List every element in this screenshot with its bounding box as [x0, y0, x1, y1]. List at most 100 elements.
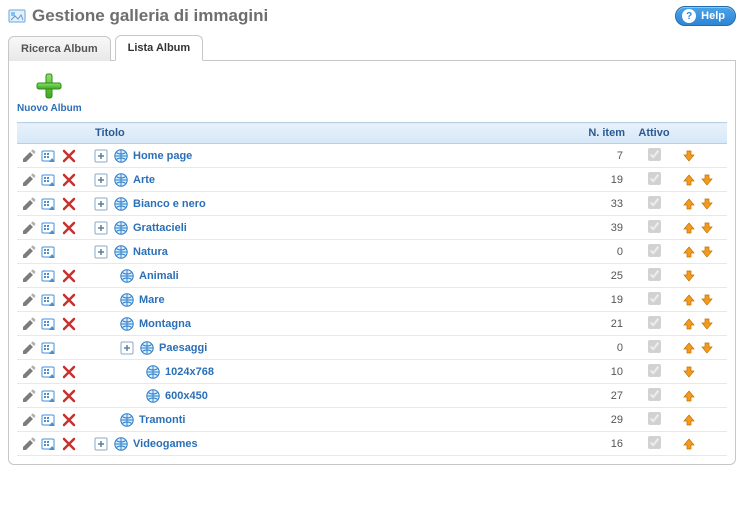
edit-icon[interactable]: [21, 412, 37, 428]
delete-icon[interactable]: [61, 412, 77, 428]
album-link[interactable]: 600x450: [165, 390, 208, 402]
active-checkbox: [648, 292, 661, 305]
properties-icon[interactable]: [41, 364, 57, 380]
edit-icon[interactable]: [21, 172, 37, 188]
n-item-value: 39: [571, 216, 631, 240]
n-item-value: 21: [571, 312, 631, 336]
move-up-icon[interactable]: [681, 172, 697, 188]
move-up-icon[interactable]: [681, 340, 697, 356]
move-up-icon[interactable]: [681, 220, 697, 236]
table-row: Montagna 21: [17, 312, 727, 336]
globe-icon: [119, 292, 135, 308]
move-down-icon[interactable]: [681, 148, 697, 164]
move-up-icon[interactable]: [681, 436, 697, 452]
properties-icon[interactable]: [41, 340, 57, 356]
properties-icon[interactable]: [41, 388, 57, 404]
table-row: 600x45027: [17, 384, 727, 408]
globe-icon: [113, 172, 129, 188]
expand-icon[interactable]: [93, 436, 109, 452]
delete-icon[interactable]: [61, 364, 77, 380]
active-checkbox: [648, 196, 661, 209]
edit-icon[interactable]: [21, 148, 37, 164]
delete-icon[interactable]: [61, 292, 77, 308]
delete-icon[interactable]: [61, 316, 77, 332]
picture-icon: [8, 7, 26, 25]
col-actions: [17, 123, 89, 144]
table-row: Bianco e nero33: [17, 192, 727, 216]
properties-icon[interactable]: [41, 172, 57, 188]
properties-icon[interactable]: [41, 148, 57, 164]
edit-icon[interactable]: [21, 244, 37, 260]
expand-icon[interactable]: [93, 220, 109, 236]
album-link[interactable]: Paesaggi: [159, 342, 207, 354]
expand-icon[interactable]: [93, 172, 109, 188]
move-down-icon[interactable]: [699, 340, 715, 356]
delete-icon[interactable]: [61, 196, 77, 212]
properties-icon[interactable]: [41, 244, 57, 260]
album-link[interactable]: Home page: [133, 150, 192, 162]
move-up-icon[interactable]: [681, 412, 697, 428]
edit-icon[interactable]: [21, 364, 37, 380]
delete-icon[interactable]: [61, 388, 77, 404]
expand-icon[interactable]: [93, 244, 109, 260]
move-up-icon[interactable]: [681, 316, 697, 332]
move-down-icon[interactable]: [699, 292, 715, 308]
table-row: Videogames16: [17, 432, 727, 456]
move-up-icon[interactable]: [681, 196, 697, 212]
move-up-icon[interactable]: [681, 292, 697, 308]
album-link[interactable]: Montagna: [139, 318, 191, 330]
edit-icon[interactable]: [21, 268, 37, 284]
active-checkbox: [648, 388, 661, 401]
properties-icon[interactable]: [41, 196, 57, 212]
move-down-icon[interactable]: [681, 268, 697, 284]
move-down-icon[interactable]: [699, 220, 715, 236]
edit-icon[interactable]: [21, 220, 37, 236]
properties-icon[interactable]: [41, 316, 57, 332]
album-link[interactable]: Arte: [133, 174, 155, 186]
delete-icon[interactable]: [61, 436, 77, 452]
delete-icon[interactable]: [61, 172, 77, 188]
properties-icon[interactable]: [41, 292, 57, 308]
move-down-icon[interactable]: [699, 316, 715, 332]
help-button[interactable]: ? Help: [675, 6, 736, 26]
n-item-value: 19: [571, 168, 631, 192]
album-link[interactable]: Tramonti: [139, 414, 185, 426]
new-album-button[interactable]: Nuovo Album: [17, 71, 82, 114]
move-down-icon[interactable]: [699, 244, 715, 260]
delete-icon[interactable]: [61, 148, 77, 164]
edit-icon[interactable]: [21, 436, 37, 452]
properties-icon[interactable]: [41, 412, 57, 428]
album-link[interactable]: Bianco e nero: [133, 198, 206, 210]
move-down-icon[interactable]: [699, 196, 715, 212]
move-up-icon[interactable]: [681, 244, 697, 260]
edit-icon[interactable]: [21, 196, 37, 212]
col-arrows: [677, 123, 727, 144]
n-item-value: 10: [571, 360, 631, 384]
tab-search-album[interactable]: Ricerca Album: [8, 36, 111, 61]
edit-icon[interactable]: [21, 292, 37, 308]
expand-icon[interactable]: [119, 340, 135, 356]
table-row: Mare19: [17, 288, 727, 312]
properties-icon[interactable]: [41, 220, 57, 236]
delete-icon[interactable]: [61, 268, 77, 284]
album-link[interactable]: Animali: [139, 270, 179, 282]
album-link[interactable]: 1024x768: [165, 366, 214, 378]
edit-icon[interactable]: [21, 316, 37, 332]
properties-icon[interactable]: [41, 436, 57, 452]
move-down-icon[interactable]: [699, 172, 715, 188]
expand-icon[interactable]: [93, 148, 109, 164]
expand-icon[interactable]: [93, 196, 109, 212]
album-link[interactable]: Mare: [139, 294, 165, 306]
edit-icon[interactable]: [21, 340, 37, 356]
table-row: Animali25: [17, 264, 727, 288]
album-link[interactable]: Videogames: [133, 438, 198, 450]
album-link[interactable]: Natura: [133, 246, 168, 258]
delete-icon[interactable]: [61, 220, 77, 236]
move-up-icon[interactable]: [681, 388, 697, 404]
globe-icon: [145, 364, 161, 380]
properties-icon[interactable]: [41, 268, 57, 284]
move-down-icon[interactable]: [681, 364, 697, 380]
tab-list-album[interactable]: Lista Album: [115, 35, 204, 61]
album-link[interactable]: Grattacieli: [133, 222, 187, 234]
edit-icon[interactable]: [21, 388, 37, 404]
